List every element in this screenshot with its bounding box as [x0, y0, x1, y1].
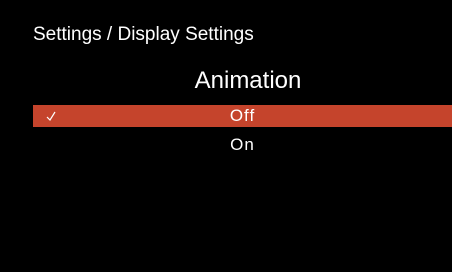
option-off[interactable]: Off [33, 105, 452, 127]
option-list: Off On [33, 105, 452, 163]
display-settings-screen: Settings / Display Settings Animation Of… [0, 0, 452, 272]
option-label: Off [229, 106, 256, 125]
breadcrumb: Settings / Display Settings [33, 24, 254, 45]
option-label: On [230, 135, 255, 154]
option-on[interactable]: On [33, 134, 452, 156]
page-title: Animation [194, 67, 302, 94]
